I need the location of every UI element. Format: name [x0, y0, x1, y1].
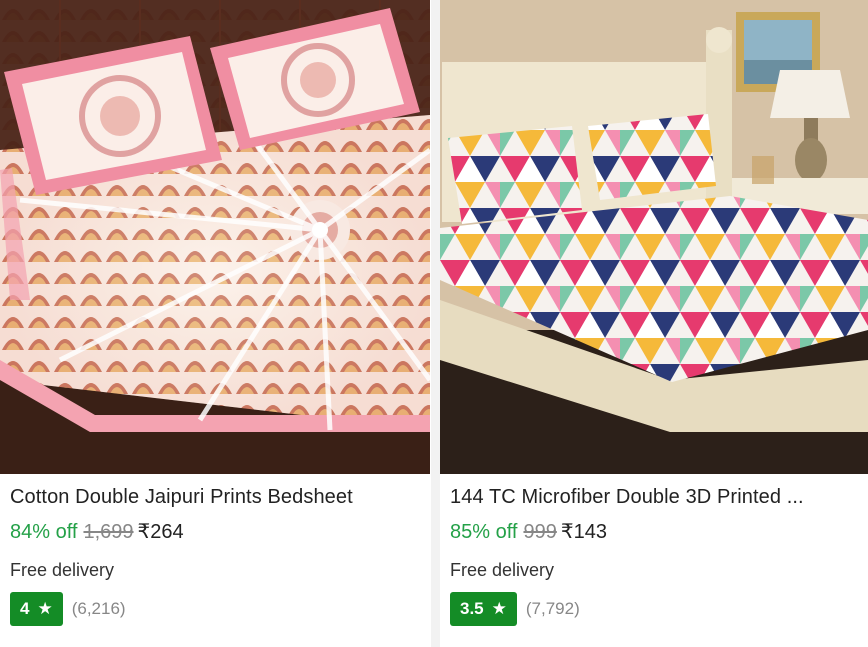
delivery-info: Free delivery: [450, 560, 555, 580]
discount-label: 85% off: [450, 521, 518, 543]
mandala-bedsheet-image: [0, 0, 430, 474]
rating-value: 4: [20, 599, 30, 618]
product-image[interactable]: [0, 0, 430, 474]
card-divider: [431, 0, 440, 647]
product-card[interactable]: 144 TC Microfiber Double 3D Printed ... …: [440, 0, 868, 647]
price-row: 85% off 999 ₹143: [450, 519, 607, 544]
star-icon: ★: [37, 599, 53, 618]
delivery-info: Free delivery: [10, 560, 115, 580]
product-image[interactable]: [440, 0, 868, 474]
sale-price: ₹264: [137, 521, 184, 543]
rating-badge: 4 ★: [10, 592, 63, 626]
original-price: 999: [523, 521, 557, 543]
original-price: 1,699: [83, 521, 134, 543]
rating-row: 3.5 ★ (7,792): [450, 592, 580, 626]
price-row: 84% off 1,699 ₹264: [10, 519, 184, 544]
product-title[interactable]: 144 TC Microfiber Double 3D Printed ...: [450, 486, 862, 509]
discount-label: 84% off: [10, 521, 78, 543]
rating-row: 4 ★ (6,216): [10, 592, 126, 626]
rating-count: (6,216): [71, 599, 126, 618]
rating-badge: 3.5 ★: [450, 592, 517, 626]
geometric-bedsheet-image: [440, 0, 868, 474]
product-card[interactable]: Cotton Double Jaipuri Prints Bedsheet 84…: [0, 0, 430, 647]
star-icon: ★: [491, 599, 507, 618]
rating-value: 3.5: [460, 599, 484, 618]
sale-price: ₹143: [560, 521, 607, 543]
product-grid: Cotton Double Jaipuri Prints Bedsheet 84…: [0, 0, 868, 647]
product-title[interactable]: Cotton Double Jaipuri Prints Bedsheet: [10, 486, 422, 509]
rating-count: (7,792): [525, 599, 580, 618]
